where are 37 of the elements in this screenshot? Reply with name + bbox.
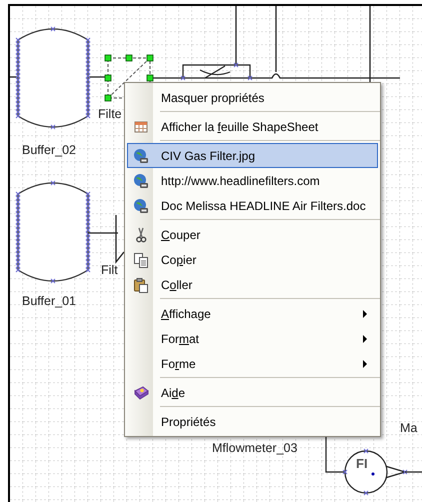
shape-label: Filte (98, 107, 122, 121)
menu-item[interactable]: Masquer propriétés (127, 85, 378, 110)
pipe-line (405, 471, 422, 473)
menu-item[interactable]: Coller (127, 272, 378, 297)
book-icon (133, 384, 149, 400)
menu-item[interactable]: Propriétés (127, 409, 378, 434)
menu-item[interactable]: Copier (127, 247, 378, 272)
scissors-icon (133, 226, 149, 242)
paste-icon (133, 276, 149, 292)
shape-label: Buffer_01 (22, 294, 76, 308)
shape-label: Ma (400, 421, 418, 435)
menu-item[interactable]: Format (127, 326, 378, 351)
globe-icon (133, 172, 149, 188)
menu-item[interactable]: Affichage (127, 301, 378, 326)
selected-filter-shape (104, 54, 154, 102)
submenu-arrow-icon (363, 310, 367, 318)
shape-label: Filt (101, 263, 118, 277)
shape-label: Buffer_02 (22, 143, 76, 157)
shape-label: Mflowmeter_03 (212, 441, 298, 455)
menu-item[interactable]: CIV Gas Filter.jpg (127, 143, 378, 168)
pipe-line (88, 232, 118, 234)
submenu-arrow-icon (363, 334, 367, 342)
flowmeter-tag: FI (356, 456, 368, 471)
globe-icon (133, 198, 149, 214)
table-icon (133, 118, 149, 134)
filter-shape (115, 215, 124, 264)
menu-item[interactable]: Couper (127, 222, 378, 247)
submenu-arrow-icon (363, 360, 367, 368)
menu-item[interactable]: Forme (127, 351, 378, 376)
valve-shape (180, 62, 252, 80)
menu-item[interactable]: Afficher la feuille ShapeSheet (127, 114, 378, 139)
globe-icon (133, 148, 149, 164)
pipe-line (235, 6, 237, 65)
copy-icon (133, 252, 149, 268)
menu-item[interactable]: Aide (127, 380, 378, 405)
menu-item[interactable]: http://www.headlinefilters.com (127, 168, 378, 193)
menu-item[interactable]: Doc Melissa HEADLINE Air Filters.doc (127, 193, 378, 218)
